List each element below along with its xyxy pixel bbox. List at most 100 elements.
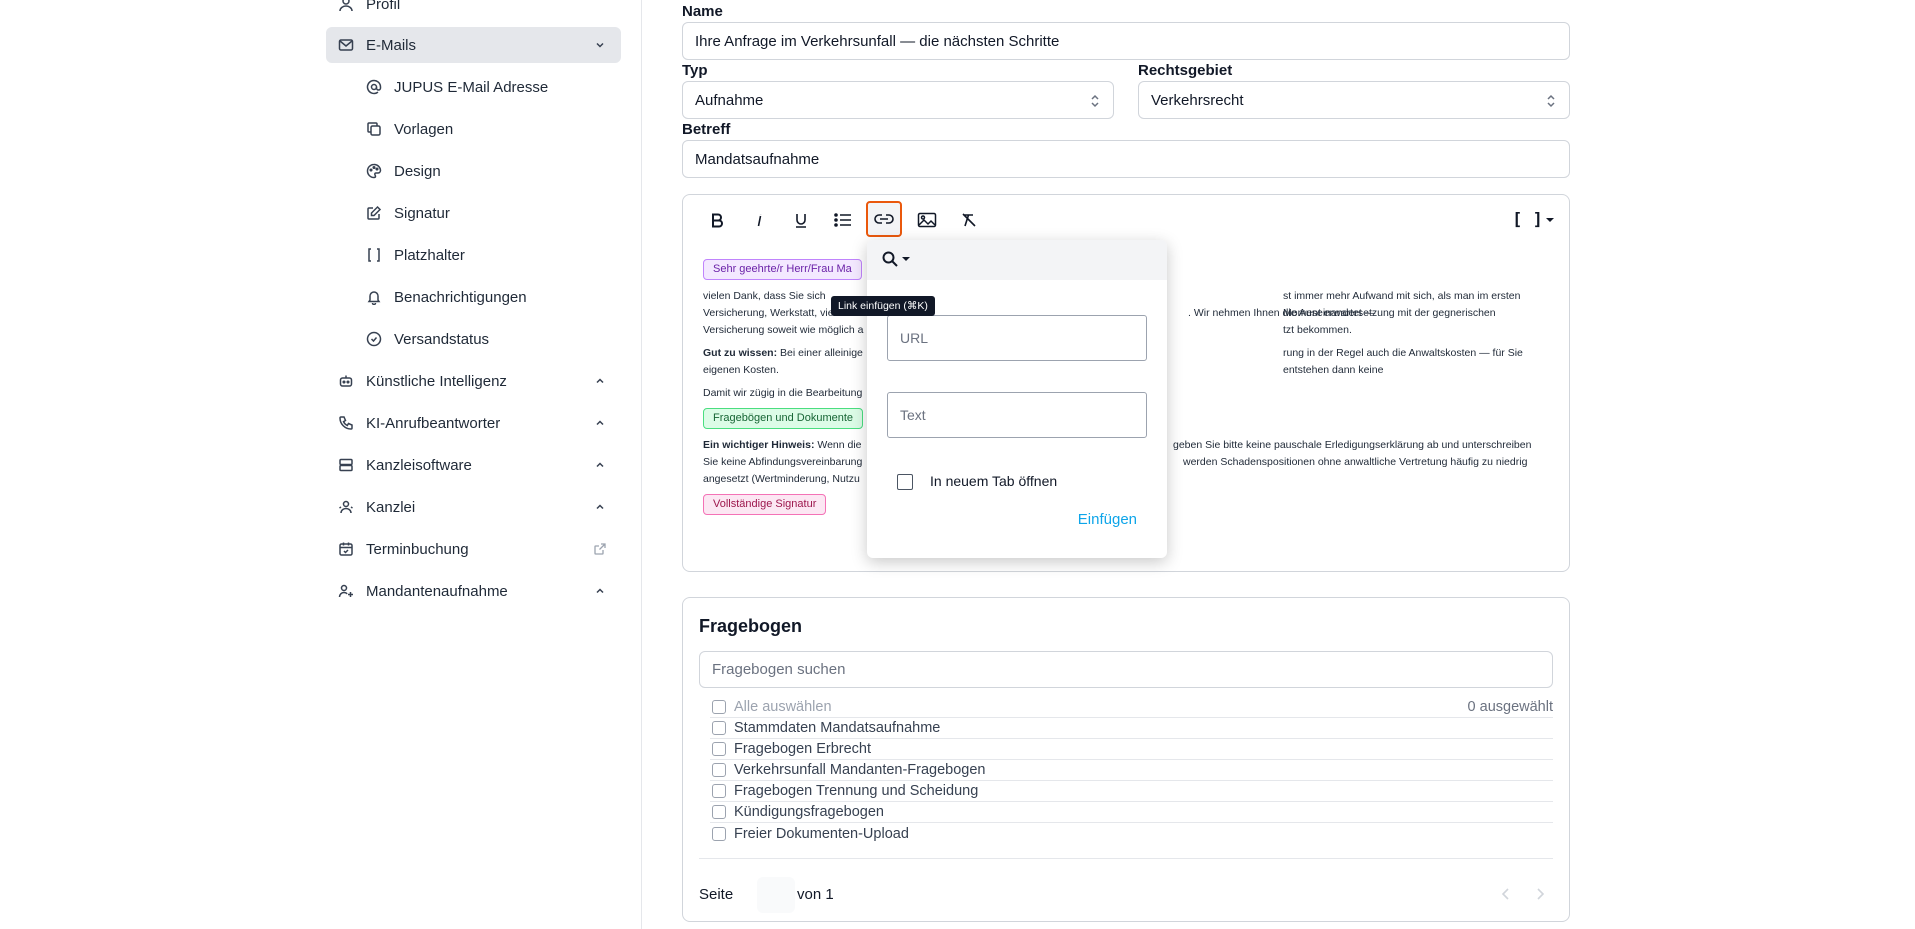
next-page-button[interactable] bbox=[1533, 886, 1547, 907]
placeholder-pill-signatur[interactable]: Vollständige Signatur bbox=[703, 494, 827, 515]
sidebar-item-kanzlei[interactable]: Kanzlei bbox=[326, 489, 621, 525]
caret-down-icon bbox=[1545, 218, 1554, 222]
item-checkbox[interactable] bbox=[712, 826, 726, 841]
page-of: von 1 bbox=[797, 886, 834, 903]
bullet-list-button[interactable] bbox=[826, 203, 860, 237]
sidebar-item-benachrichtigungen[interactable]: Benachrichtigungen bbox=[354, 279, 614, 315]
item-checkbox[interactable] bbox=[712, 805, 726, 819]
text-input[interactable]: Text bbox=[887, 392, 1147, 438]
item-label: Stammdaten Mandatsaufnahme bbox=[734, 720, 941, 736]
sidebar-item-platzhalter[interactable]: Platzhalter bbox=[354, 237, 614, 273]
bold-icon bbox=[712, 213, 723, 228]
placeholder-pill-greeting[interactable]: Sehr geehrte/r Herr/Frau Ma bbox=[703, 259, 862, 280]
item-checkbox[interactable] bbox=[712, 763, 726, 777]
chevron-up-icon bbox=[593, 500, 607, 514]
sidebar-item-label: KI-Anrufbeantworter bbox=[366, 414, 501, 432]
sidebar-item-ki-anrufbeantworter[interactable]: KI-Anrufbeantworter bbox=[326, 405, 621, 441]
sidebar-item-label: Versandstatus bbox=[394, 330, 490, 348]
text-placeholder: Text bbox=[900, 407, 926, 423]
fragebogen-title: Fragebogen bbox=[699, 616, 803, 636]
name-field[interactable]: Ihre Anfrage im Verkehrsunfall — die näc… bbox=[682, 22, 1570, 60]
betreff-value: Mandatsaufnahme bbox=[695, 150, 820, 168]
name-label: Name bbox=[682, 3, 723, 20]
search-placeholder: Fragebogen suchen bbox=[712, 661, 846, 678]
search-dropdown-button[interactable] bbox=[881, 250, 910, 268]
italic-button[interactable] bbox=[742, 203, 776, 237]
list-item[interactable]: Freier Dokumenten-Upload bbox=[710, 823, 1553, 844]
text: geben Sie bitte keine pauschale Erledigu… bbox=[1173, 439, 1532, 451]
sidebar-item-emails[interactable]: E-Mails bbox=[326, 27, 621, 63]
prev-page-button[interactable] bbox=[1499, 886, 1513, 907]
link-tooltip: Link einfügen (⌘K) bbox=[831, 296, 935, 316]
italic-icon bbox=[757, 214, 762, 227]
insert-image-button[interactable] bbox=[910, 203, 944, 237]
sidebar-item-versandstatus[interactable]: Versandstatus bbox=[354, 321, 614, 357]
item-label: Fragebogen Trennung und Scheidung bbox=[734, 783, 979, 799]
rechtsgebiet-label: Rechtsgebiet bbox=[1138, 62, 1233, 79]
bold-text: Ein wichtiger Hinweis: bbox=[703, 439, 815, 451]
text: Versicherung soweit wie möglich a bbox=[703, 324, 864, 336]
bell-icon bbox=[366, 289, 382, 305]
item-label: Freier Dokumenten-Upload bbox=[734, 825, 909, 842]
sidebar-item-label: JUPUS E-Mail Adresse bbox=[394, 78, 549, 96]
rechtsgebiet-value: Verkehrsrecht bbox=[1151, 91, 1244, 109]
sidebar-item-vorlagen[interactable]: Vorlagen bbox=[354, 111, 614, 147]
sidebar-item-label: Design bbox=[394, 162, 441, 180]
chevron-up-icon bbox=[593, 374, 607, 388]
list-item[interactable]: Fragebogen Trennung und Scheidung bbox=[710, 781, 1553, 802]
sidebar-item-label: Vorlagen bbox=[394, 120, 454, 138]
user-plus-icon bbox=[338, 583, 354, 599]
sidebar-item-terminbuchung[interactable]: Terminbuchung bbox=[326, 531, 621, 567]
palette-icon bbox=[366, 163, 382, 179]
select-all-checkbox[interactable] bbox=[712, 700, 726, 714]
sidebar-item-jupus-email[interactable]: JUPUS E-Mail Adresse bbox=[354, 69, 614, 105]
mail-icon bbox=[338, 37, 354, 53]
brackets-icon bbox=[366, 247, 382, 263]
list-item[interactable]: Kündigungsfragebogen bbox=[710, 802, 1553, 823]
url-input[interactable]: URL bbox=[887, 315, 1147, 361]
list-item[interactable]: Fragebogen Erbrecht bbox=[710, 739, 1553, 760]
page-number-input[interactable] bbox=[757, 877, 795, 913]
select-all-row[interactable]: Alle auswählen 0 ausgewählt bbox=[710, 697, 1553, 718]
sidebar-item-label: Benachrichtigungen bbox=[394, 288, 527, 306]
underline-button[interactable] bbox=[784, 203, 818, 237]
rechtsgebiet-select[interactable]: Verkehrsrecht bbox=[1138, 81, 1570, 119]
selected-count: 0 ausgewählt bbox=[1467, 699, 1553, 715]
item-checkbox[interactable] bbox=[712, 721, 726, 735]
sidebar-item-profil[interactable]: Profil bbox=[326, 0, 621, 22]
typ-select[interactable]: Aufnahme bbox=[682, 81, 1114, 119]
robot-icon bbox=[338, 373, 354, 389]
check-circle-icon bbox=[366, 331, 382, 347]
sidebar-item-signatur[interactable]: Signatur bbox=[354, 195, 614, 231]
sidebar-item-label: E-Mails bbox=[366, 36, 417, 54]
text: tzt bekommen. bbox=[1283, 324, 1352, 336]
list-item[interactable]: Stammdaten Mandatsaufnahme bbox=[710, 718, 1553, 739]
sidebar-item-design[interactable]: Design bbox=[354, 153, 614, 189]
item-checkbox[interactable] bbox=[712, 742, 726, 756]
list-item[interactable]: Verkehrsunfall Mandanten-Fragebogen bbox=[710, 760, 1553, 781]
insert-link-button[interactable] bbox=[866, 201, 902, 237]
clear-format-button[interactable] bbox=[952, 203, 986, 237]
text: werden Schadenspositionen ohne anwaltlic… bbox=[1183, 456, 1528, 468]
sidebar-item-mandantenaufnahme[interactable]: Mandantenaufnahme bbox=[326, 573, 621, 609]
text: . Wir nehmen Ihnen die Auseinandersetzun… bbox=[1188, 307, 1496, 319]
page-label: Seite bbox=[699, 886, 734, 903]
insert-button[interactable]: Einfügen bbox=[1078, 511, 1137, 528]
placeholder-pill-fragebogen[interactable]: Fragebögen und Dokumente bbox=[703, 408, 864, 429]
fragebogen-search-input[interactable]: Fragebogen suchen bbox=[699, 651, 1553, 688]
caret-down-icon bbox=[902, 257, 910, 261]
text: vielen Dank, dass Sie sich bbox=[703, 290, 826, 302]
sidebar-item-label: Terminbuchung bbox=[366, 540, 469, 558]
calendar-icon bbox=[338, 541, 354, 557]
placeholder-dropdown-button[interactable]: [ ] bbox=[1511, 203, 1555, 237]
at-icon bbox=[366, 79, 382, 95]
sidebar-item-label: Kanzlei bbox=[366, 498, 416, 516]
item-label: Kündigungsfragebogen bbox=[734, 804, 884, 820]
text: angesetzt (Wertminderung, Nutzu bbox=[703, 473, 860, 485]
betreff-field[interactable]: Mandatsaufnahme bbox=[682, 140, 1570, 178]
sidebar-item-ki[interactable]: Künstliche Intelligenz bbox=[326, 363, 621, 399]
sidebar-item-kanzleisoftware[interactable]: Kanzleisoftware bbox=[326, 447, 621, 483]
item-checkbox[interactable] bbox=[712, 784, 726, 798]
bold-button[interactable] bbox=[700, 203, 734, 237]
new-tab-checkbox[interactable] bbox=[897, 474, 913, 490]
